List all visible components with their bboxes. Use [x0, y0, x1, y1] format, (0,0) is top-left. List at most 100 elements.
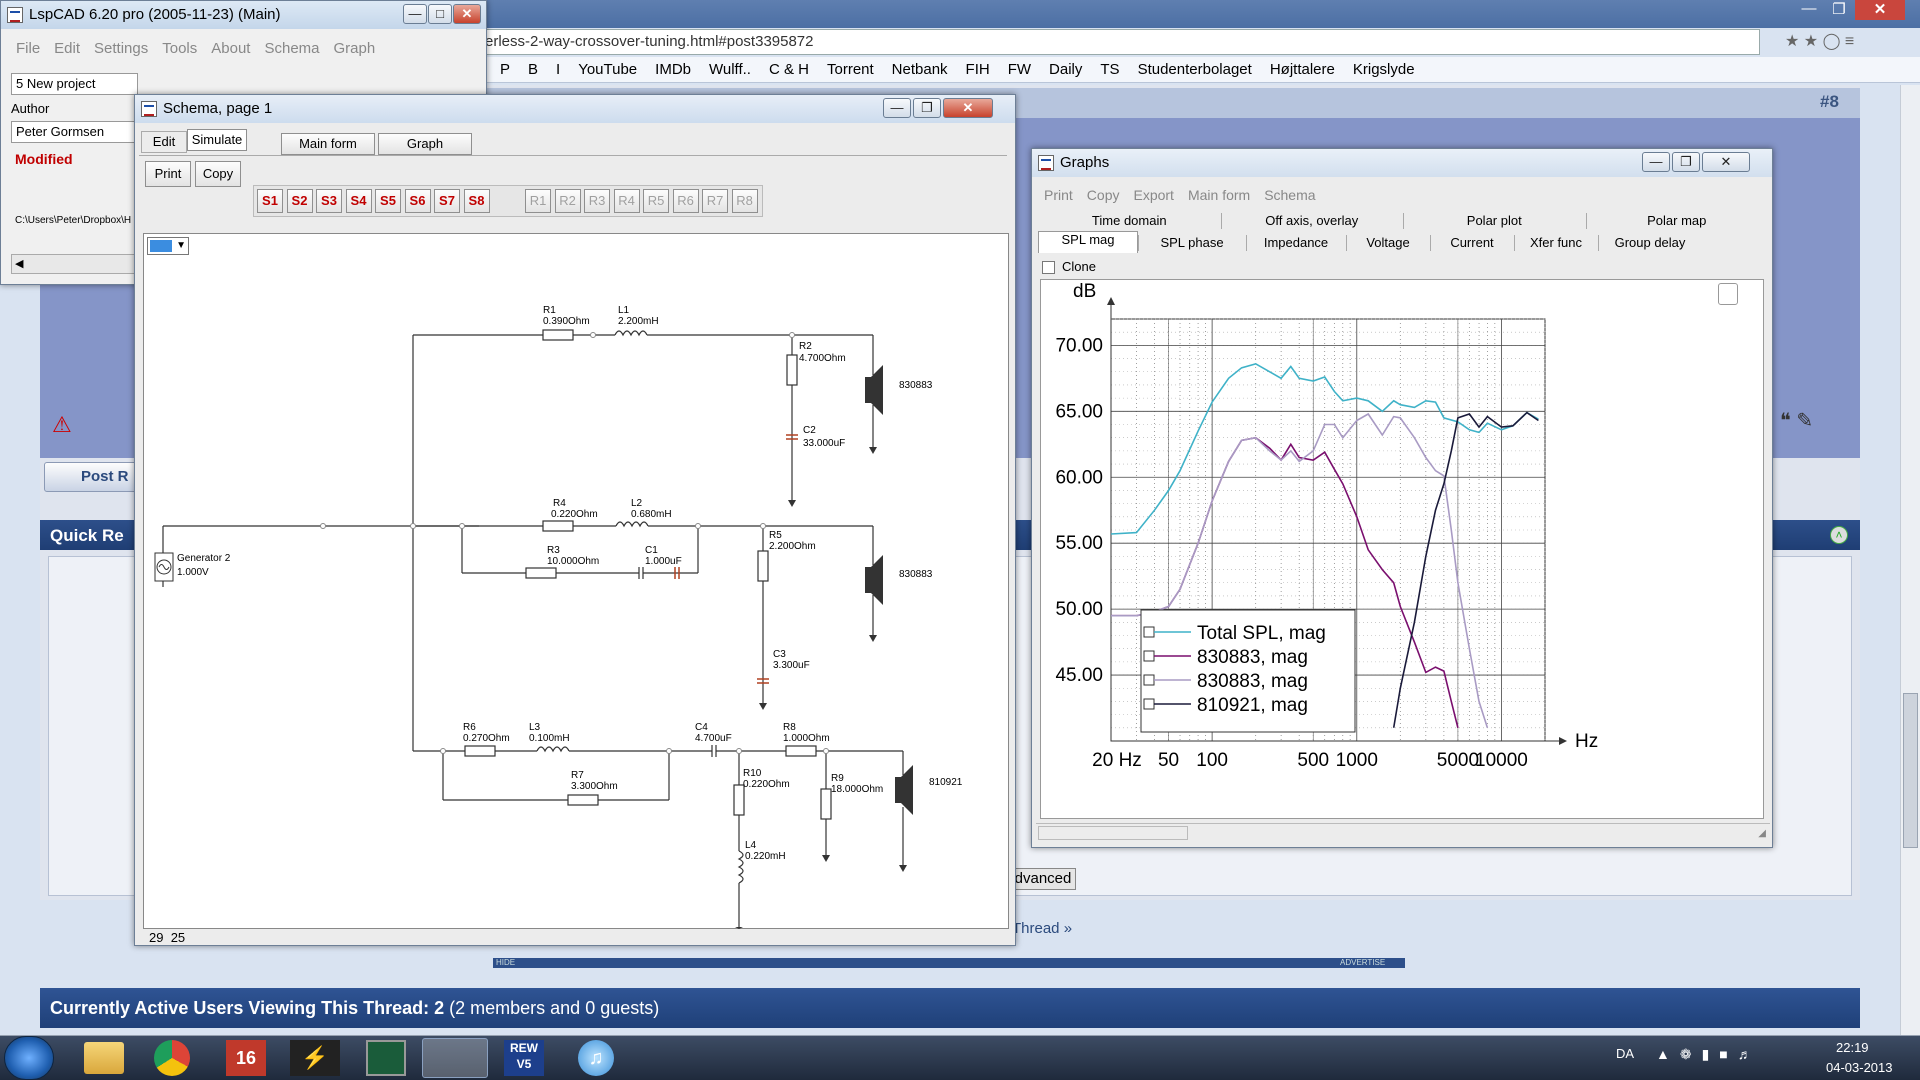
tab-time-domain[interactable]: Time domain — [1038, 213, 1221, 231]
menu-item-copy[interactable]: Copy — [1087, 187, 1120, 203]
speaker1-label[interactable]: 830883 — [899, 380, 933, 391]
r7-name[interactable]: R7 — [571, 770, 584, 781]
project-field[interactable]: 5 New project — [11, 73, 138, 95]
graphs-close-button[interactable]: ✕ — [1702, 152, 1750, 172]
tab-polar-map[interactable]: Polar map — [1586, 213, 1769, 231]
r-button-r6[interactable]: R6 — [672, 189, 699, 213]
r2-name[interactable]: R2 — [799, 341, 812, 352]
page-selector[interactable]: ▼ — [147, 237, 189, 255]
c2-name[interactable]: C2 — [803, 425, 816, 436]
bookmark-item[interactable]: I — [556, 61, 560, 78]
main-minimize-button[interactable]: — — [403, 4, 427, 24]
copy-button[interactable]: Copy — [195, 161, 241, 187]
bookmark-item[interactable]: TS — [1100, 61, 1119, 78]
legend-checkbox[interactable] — [1143, 674, 1155, 686]
author-field[interactable]: Peter Gormsen — [11, 121, 138, 143]
legend-checkbox[interactable] — [1143, 626, 1155, 638]
quote-icons[interactable]: ❝ ✎ — [1780, 408, 1840, 434]
bookmark-item[interactable]: Krigslyde — [1353, 61, 1415, 78]
bookmark-item[interactable]: P — [500, 61, 510, 78]
r-button-r8[interactable]: R8 — [731, 189, 758, 213]
taskbar-itunes-icon[interactable]: ♫ — [578, 1040, 614, 1076]
solo-button-s1[interactable]: S1 — [257, 189, 283, 213]
tray-icons[interactable]: ▲❁▮■♬ — [1656, 1046, 1762, 1063]
legend-checkbox[interactable] — [1143, 650, 1155, 662]
bookmark-item[interactable]: Højttalere — [1270, 61, 1335, 78]
bookmark-item[interactable]: Torrent — [827, 61, 874, 78]
menu-item-main-form[interactable]: Main form — [1188, 187, 1250, 203]
legend-checkbox[interactable] — [1143, 698, 1155, 710]
print-button[interactable]: Print — [145, 161, 191, 187]
tab-spl-mag[interactable]: SPL mag — [1038, 231, 1138, 253]
menu-item-graph[interactable]: Graph — [334, 40, 376, 57]
bookmark-item[interactable]: FW — [1008, 61, 1031, 78]
chevron-down-icon[interactable]: ▼ — [176, 238, 186, 254]
bookmark-item[interactable]: C & H — [769, 61, 809, 78]
graphs-minimize-button[interactable]: — — [1642, 152, 1670, 172]
r4-name[interactable]: R4 — [553, 498, 566, 509]
schema-maximize-button[interactable]: ❐ — [913, 98, 941, 118]
menu-item-schema[interactable]: Schema — [1264, 187, 1315, 203]
taskbar-explorer-icon[interactable] — [84, 1042, 124, 1074]
main-maximize-button[interactable]: □ — [428, 4, 452, 24]
schema-close-button[interactable]: ✕ — [943, 98, 993, 118]
bookmark-item[interactable]: IMDb — [655, 61, 691, 78]
solo-button-s5[interactable]: S5 — [375, 189, 401, 213]
address-bar[interactable]: erless-2-way-crossover-tuning.html#post3… — [480, 29, 1760, 55]
warning-icon[interactable]: ⚠ — [52, 412, 72, 438]
bookmark-item[interactable]: Wulff.. — [709, 61, 751, 78]
r9-name[interactable]: R9 — [831, 773, 844, 784]
l1-name[interactable]: L1 — [618, 305, 630, 316]
c4-name[interactable]: C4 — [695, 722, 708, 733]
browser-minimize-button[interactable]: — — [1795, 0, 1823, 20]
clock-date[interactable]: 04-03-2013 — [1826, 1060, 1893, 1075]
taskbar-winamp-icon[interactable]: ⚡ — [290, 1040, 340, 1076]
bookmark-item[interactable]: FIH — [966, 61, 990, 78]
clock-time[interactable]: 22:19 — [1836, 1040, 1869, 1055]
generator-name[interactable]: Generator 2 — [177, 553, 231, 564]
start-button[interactable] — [4, 1036, 54, 1080]
menu-item-export[interactable]: Export — [1133, 187, 1173, 203]
post-number[interactable]: #8 — [1820, 92, 1839, 112]
r-button-r5[interactable]: R5 — [643, 189, 669, 213]
page-scrollbar[interactable] — [1900, 85, 1920, 1035]
hide-label[interactable]: HIDE — [496, 958, 515, 968]
clone-checkbox[interactable] — [1042, 261, 1055, 274]
browser-maximize-button[interactable]: ❐ — [1825, 0, 1853, 20]
solo-button-s6[interactable]: S6 — [404, 189, 431, 213]
tab-group-delay[interactable]: Group delay — [1598, 235, 1702, 253]
graphs-maximize-button[interactable]: ❐ — [1672, 152, 1700, 172]
taskbar-calendar-icon[interactable]: 16 — [226, 1040, 266, 1076]
speaker3-label[interactable]: 810921 — [929, 777, 963, 788]
speaker2-label[interactable]: 830883 — [899, 569, 933, 580]
solo-button-s4[interactable]: S4 — [345, 189, 372, 213]
taskbar-lspcad-icon[interactable] — [422, 1038, 488, 1078]
r5-name[interactable]: R5 — [769, 530, 782, 541]
tab-voltage[interactable]: Voltage — [1346, 235, 1430, 253]
menu-item-edit[interactable]: Edit — [54, 40, 80, 57]
r8-name[interactable]: R8 — [783, 722, 796, 733]
bookmark-item[interactable]: Studenterbolaget — [1138, 61, 1252, 78]
collapse-icon[interactable]: ˄ — [1830, 526, 1848, 544]
solo-button-s7[interactable]: S7 — [434, 189, 460, 213]
bookmark-item[interactable]: Daily — [1049, 61, 1082, 78]
bookmark-item[interactable]: YouTube — [578, 61, 637, 78]
main-form-button[interactable]: Main form — [281, 133, 375, 155]
menu-item-print[interactable]: Print — [1044, 187, 1073, 203]
l3-name[interactable]: L3 — [529, 722, 541, 733]
r10-name[interactable]: R10 — [743, 768, 762, 779]
c1-name[interactable]: C1 — [645, 545, 658, 556]
tab-spl-phase[interactable]: SPL phase — [1138, 235, 1246, 253]
taskbar-rew-icon[interactable]: REW V5 — [504, 1040, 544, 1076]
solo-button-s3[interactable]: S3 — [316, 189, 342, 213]
r-button-r2[interactable]: R2 — [554, 189, 581, 213]
main-horizontal-scrollbar[interactable]: ◀ — [11, 254, 138, 274]
c3-name[interactable]: C3 — [773, 649, 786, 660]
post-reply-button[interactable]: Post R — [44, 462, 139, 492]
tab-simulate[interactable]: Simulate — [187, 129, 247, 151]
taskbar-chrome-icon[interactable] — [154, 1040, 190, 1076]
tab-impedance[interactable]: Impedance — [1246, 235, 1346, 253]
l2-name[interactable]: L2 — [631, 498, 643, 509]
menu-item-schema[interactable]: Schema — [264, 40, 319, 57]
menu-item-file[interactable]: File — [16, 40, 40, 57]
